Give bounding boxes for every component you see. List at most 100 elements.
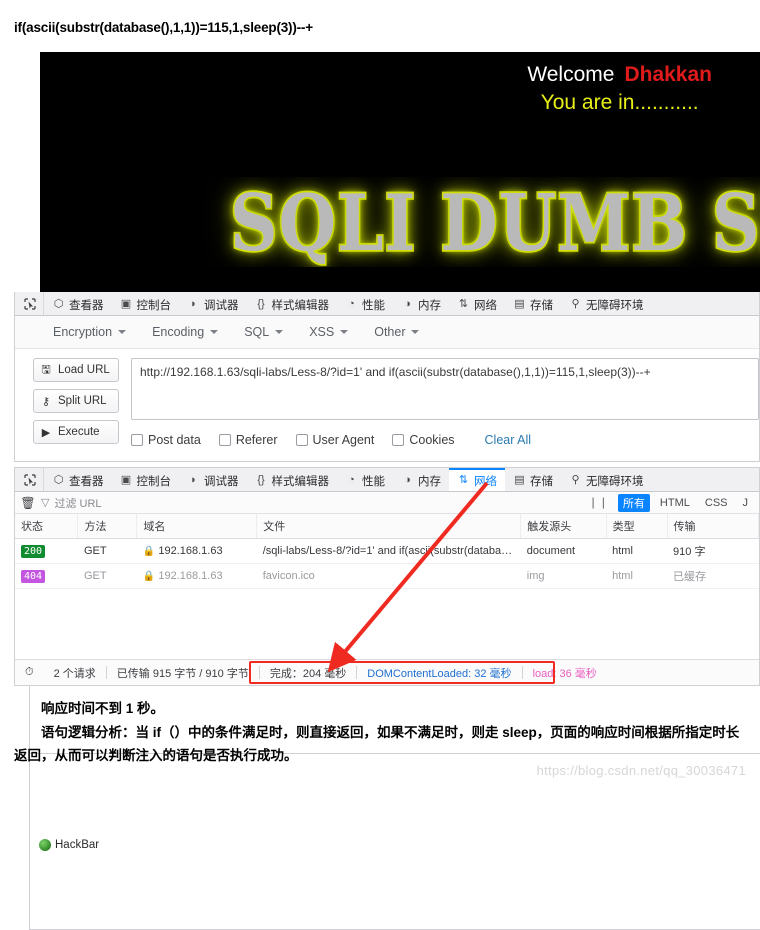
checkbox-label: Post data [148,433,201,447]
filter-url-input[interactable]: ▽ 过滤 URL [41,495,102,511]
button-label: Load URL [58,364,110,376]
hackbar-menu-encoding[interactable]: Encoding [142,322,228,342]
column-domain[interactable]: 域名 [136,514,258,539]
table-row[interactable]: 404 GET 🔒 192.168.1.63 favicon.ico img ht… [15,563,759,589]
column-type[interactable]: 类型 [606,514,668,539]
cookies-checkbox[interactable]: Cookies [392,433,455,447]
debugger-icon: ◗ [190,474,197,486]
cell-file: /sqli-labs/Less-8/?id=1' and if(ascii(su… [256,538,521,564]
finish-time: 完成：204 毫秒 [269,667,347,680]
tab-label: 存储 [530,475,553,488]
tab-label: 查看器 [69,299,104,312]
element-picker-icon [24,297,36,310]
load-url-button[interactable]: 🖫 Load URL [33,358,119,382]
tab-style-editor-2[interactable]: {} 样式编辑器 [247,468,338,491]
tab-console-2[interactable]: ▣ 控制台 [112,468,180,491]
tab-style-editor[interactable]: {} 样式编辑器 [247,292,338,315]
network-icon: ⇅ [458,298,469,310]
split-url-icon: ⚷ [41,395,51,408]
memory-icon: ◑ [404,474,411,486]
menu-label: Encryption [53,325,113,339]
tab-accessibility[interactable]: ⚲ 无障碍环境 [561,292,652,315]
tab-accessibility-2[interactable]: ⚲ 无障碍环境 [561,468,652,491]
execute-button[interactable]: ▶ Execute [33,420,119,444]
tab-label: 网络 [474,299,497,312]
post-data-checkbox[interactable]: Post data [131,433,201,447]
button-label: Execute [58,426,100,438]
menu-label: SQL [244,325,270,339]
tab-storage[interactable]: ▤ 存储 [505,292,561,315]
tab-label: 网络 [474,475,497,488]
column-status[interactable]: 状态 [15,514,79,539]
tab-memory-2[interactable]: ◑ 内存 [393,468,449,491]
tab-label: 性能 [362,299,385,312]
hackbar-panel: ⬡ 查看器 ▣ 控制台 ◗ 调试器 {} 样式编辑器 ◔ 性能 ◑ 内存 ⇅ 网络 ▤ 存储 ⚲… [14,292,760,754]
tab-debugger[interactable]: ◗ 调试器 [179,292,247,315]
chevron-down-icon [275,330,284,334]
menu-label: XSS [309,325,335,339]
accessibility-icon: ⚲ [571,474,580,486]
column-method[interactable]: 方法 [77,514,138,539]
url-input[interactable]: http://192.168.1.63/sqli-labs/Less-8/?id… [131,358,759,420]
tab-network[interactable]: ⇅ 网络 [449,292,505,315]
tab-inspector-2[interactable]: ⬡ 查看器 [44,468,112,491]
execute-icon: ▶ [41,426,51,439]
tab-storage-2[interactable]: ▤ 存储 [505,468,561,491]
status-badge: 200 [21,544,46,558]
filter-js[interactable]: J [738,496,754,510]
welcome-subtitle: You are in........... [540,91,699,115]
site-logo-wrap: SQLI DUMB SER [40,177,760,267]
filter-html[interactable]: HTML [655,496,695,510]
hackbar-button-column: 🖫 Load URL ⚷ Split URL ▶ Execute [33,358,119,447]
tab-hackbar-2[interactable]: HackBar [29,760,760,930]
site-logo: SQLI DUMB SER [229,177,760,267]
split-url-button[interactable]: ⚷ Split URL [33,389,119,413]
filter-all[interactable]: 所有 [617,493,650,512]
checkbox-label: User Agent [312,433,375,447]
hackbar-menu-sql[interactable]: SQL [234,322,293,342]
page-title: if(ascii(substr(database(),1,1))=115,1,s… [14,20,313,35]
tab-performance[interactable]: ◔ 性能 [337,292,393,315]
tab-memory[interactable]: ◑ 内存 [393,292,449,315]
cell-status: 200 [15,538,78,564]
tab-inspector[interactable]: ⬡ 查看器 [44,292,112,315]
console-icon: ▣ [120,298,132,310]
button-label: Split URL [58,395,107,407]
element-picker-button[interactable] [15,292,44,315]
cell-initiator: img [520,563,607,589]
performance-icon: ◔ [348,298,355,310]
tab-performance-2[interactable]: ◔ 性能 [337,468,393,491]
tab-network-2[interactable]: ⇅ 网络 [449,468,505,491]
load-url-icon: 🖫 [41,363,51,376]
funnel-icon: ▽ [41,497,50,509]
clear-all-link[interactable]: Clear All [485,433,532,447]
chevron-down-icon [118,330,127,334]
referer-checkbox[interactable]: Referer [218,433,278,447]
tab-debugger-2[interactable]: ◗ 调试器 [179,468,247,491]
domain-text: 192.168.1.63 [158,545,223,557]
hackbar-menu-other[interactable]: Other [364,322,429,342]
clear-requests-button[interactable]: 🗑 [15,496,41,510]
element-picker-button-2[interactable] [15,468,44,491]
network-request-table: 状态 方法 域名 文件 触发源头 类型 传输 200 GET 🔒 192.168.… [15,514,760,589]
performance-icon: ◔ [348,474,355,486]
column-transferred[interactable]: 传输 [667,514,760,539]
welcome-banner: Welcome Dhakkan You are in........... [527,62,712,117]
table-row[interactable]: 200 GET 🔒 192.168.1.63 /sqli-labs/Less-8/… [15,538,759,564]
column-initiator[interactable]: 触发源头 [520,514,607,539]
filter-css[interactable]: CSS [700,496,733,510]
column-file[interactable]: 文件 [256,514,522,539]
hackbar-menu-encryption[interactable]: Encryption [43,322,136,342]
tab-console[interactable]: ▣ 控制台 [112,292,180,315]
debugger-icon: ◗ [190,298,197,310]
pause-icon[interactable]: ❘❘ [588,496,612,509]
insecure-lock-icon: 🔒 [142,571,156,582]
user-agent-checkbox[interactable]: User Agent [295,433,375,447]
cell-type: html [606,538,668,564]
filter-placeholder: 过滤 URL [54,497,102,510]
tab-label: 控制台 [136,299,172,312]
cell-method: GET [77,538,137,564]
cell-initiator: document [520,538,607,564]
inspector-icon: ⬡ [53,298,64,310]
hackbar-menu-xss[interactable]: XSS [299,322,358,342]
